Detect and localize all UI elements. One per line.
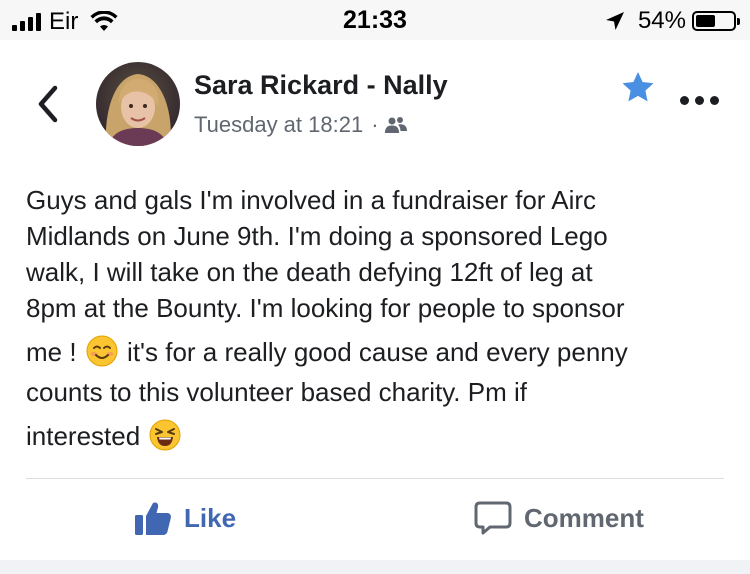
dot-icon (695, 96, 704, 105)
like-button[interactable]: Like (134, 500, 236, 536)
post-timestamp[interactable]: Tuesday at 18:21 (194, 112, 363, 138)
dot-icon (710, 96, 719, 105)
post-text-line: Guys and gals I'm involved in a fundrais… (26, 185, 597, 215)
post-text-line: interested (26, 418, 731, 454)
avatar[interactable] (96, 62, 180, 146)
battery-percent: 54% (637, 7, 686, 34)
battery-cap (737, 18, 740, 25)
battery-level (696, 15, 716, 27)
profile-photo (96, 62, 180, 146)
post-text-line: walk, I will take on the death defying 1… (26, 257, 593, 287)
laughing-emoji-icon (149, 419, 181, 451)
dot-icon (680, 96, 689, 105)
post-text-line: Midlands on June 9th. I'm doing a sponso… (26, 221, 608, 251)
battery-icon (692, 11, 740, 31)
post-text-line: 8pm at the Bounty. I'm looking for peopl… (26, 293, 625, 323)
thumbs-up-icon (135, 502, 171, 535)
post-text-fragment: me ! (26, 337, 77, 367)
star-icon (622, 72, 654, 102)
location-arrow-icon (605, 12, 624, 30)
comment-button[interactable]: Comment (474, 500, 644, 536)
back-button[interactable] (30, 80, 66, 128)
post-header: Sara Rickard - Nally Tuesday at 18:21 · (0, 40, 750, 170)
meta-separator: · (371, 112, 379, 137)
post-text-line: me ! it's for a really good cause and ev… (26, 334, 731, 370)
comment-bubble-icon (474, 501, 512, 535)
favorite-star-button[interactable] (620, 70, 656, 104)
post-text-fragment: it's for a really good cause and every p… (127, 337, 628, 367)
more-options-button[interactable] (680, 96, 719, 105)
chevron-left-icon (38, 85, 58, 123)
author-name[interactable]: Sara Rickard - Nally (194, 70, 448, 101)
feed-separator (0, 560, 750, 574)
post-body: Guys and gals I'm involved in a fundrais… (26, 182, 731, 454)
post-meta: Tuesday at 18:21 · (194, 112, 407, 138)
post-text-line: counts to this volunteer based charity. … (26, 377, 527, 407)
post-text-fragment: interested (26, 421, 141, 451)
status-bar: Eir 21:33 54% (0, 0, 750, 40)
friends-icon (384, 117, 407, 133)
comment-label: Comment (524, 502, 644, 533)
smiling-emoji-icon (86, 335, 118, 367)
divider (26, 478, 724, 479)
like-label: Like (184, 502, 237, 533)
status-right: 54% (604, 7, 740, 35)
action-bar: Like Comment (0, 480, 750, 560)
